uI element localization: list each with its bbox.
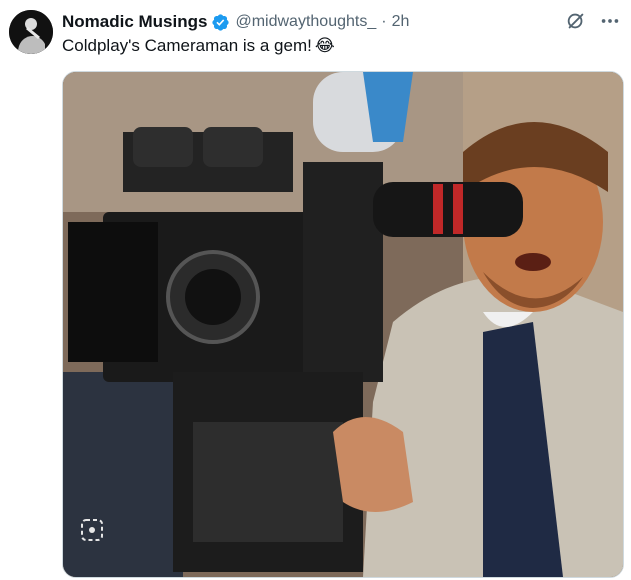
user-handle[interactable]: @midwaythoughts_ bbox=[235, 13, 376, 31]
tweet-timestamp[interactable]: 2h bbox=[392, 13, 410, 31]
display-name[interactable]: Nomadic Musings bbox=[62, 12, 207, 32]
avatar[interactable] bbox=[9, 10, 53, 54]
tweet-card[interactable]: Nomadic Musings @midwaythoughts_ · 2h Co… bbox=[0, 0, 631, 580]
header-separator: · bbox=[381, 13, 387, 30]
tweet-actions bbox=[565, 10, 621, 37]
grok-icon[interactable] bbox=[565, 10, 587, 37]
verified-badge-icon bbox=[211, 13, 230, 32]
tweet-body: Coldplay's Cameraman is a gem! bbox=[62, 36, 312, 55]
image-alt-icon bbox=[79, 517, 105, 543]
laughing-emoji-icon: 😂 bbox=[314, 36, 335, 55]
tweet-header: Nomadic Musings @midwaythoughts_ · 2h bbox=[62, 11, 409, 33]
tweet-media-image[interactable] bbox=[62, 71, 624, 578]
tweet-text: Coldplay's Cameraman is a gem! 😂 bbox=[62, 36, 335, 56]
more-options-icon[interactable] bbox=[599, 10, 621, 37]
avatar-image bbox=[9, 10, 53, 54]
cameraman-photo bbox=[63, 72, 623, 577]
